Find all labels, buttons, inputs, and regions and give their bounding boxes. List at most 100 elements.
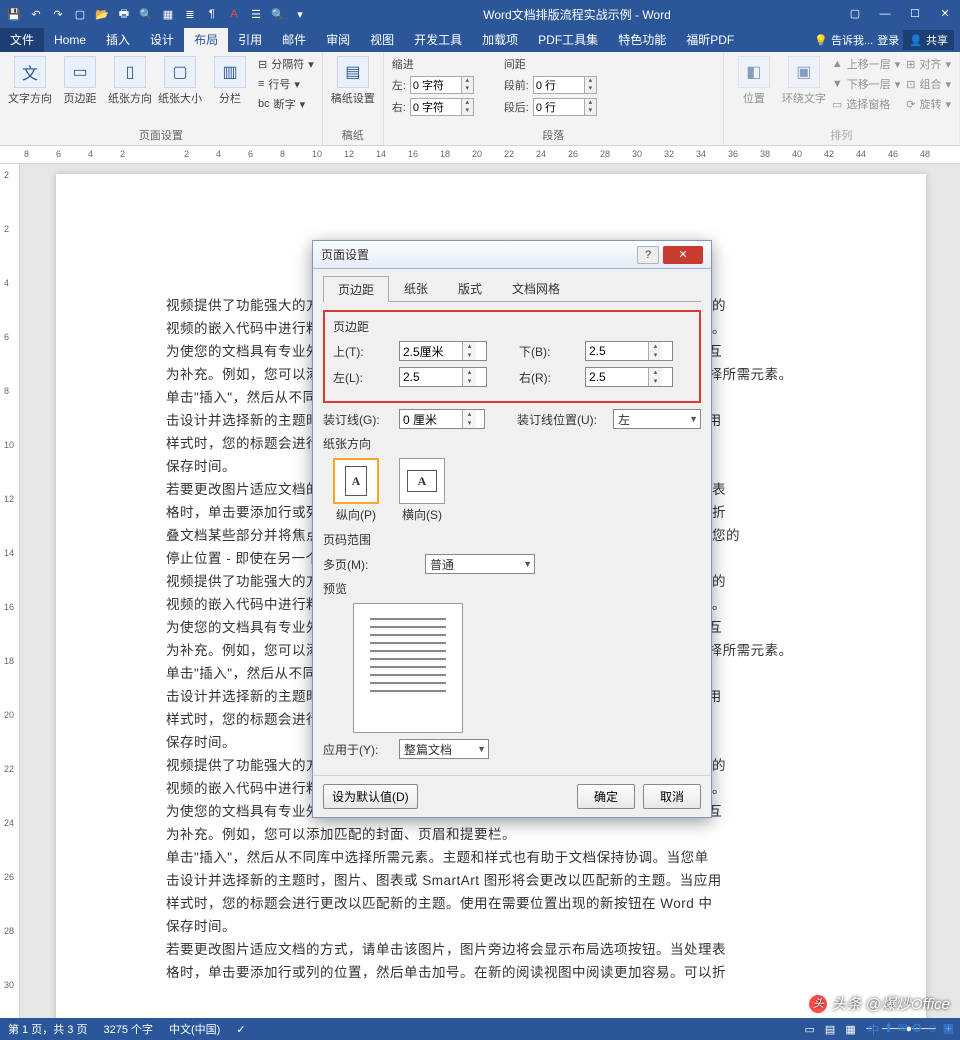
qat-more-icon[interactable]: ▾ — [292, 6, 308, 22]
view-web-icon[interactable]: ▦ — [845, 1023, 855, 1036]
set-default-button[interactable]: 设为默认值(D) — [323, 784, 418, 809]
ok-button[interactable]: 确定 — [577, 784, 635, 809]
preview-icon[interactable]: 🔍 — [138, 6, 154, 22]
dialog-titlebar[interactable]: 页面设置 ? ✕ — [313, 241, 711, 269]
maximize-icon[interactable]: ☐ — [900, 0, 930, 28]
tab-margins[interactable]: 页边距 — [323, 276, 389, 302]
margin-right-input[interactable]: ▴▾ — [585, 367, 673, 387]
ribbon-options-icon[interactable]: ▢ — [840, 0, 870, 28]
undo-icon[interactable]: ↶ — [28, 6, 44, 22]
cancel-button[interactable]: 取消 — [643, 784, 701, 809]
tab-special[interactable]: 特色功能 — [608, 28, 676, 52]
gaozhi-button[interactable]: ▤稿纸设置 — [331, 56, 375, 106]
help-icon[interactable]: ? — [637, 246, 659, 264]
align-button: ⊞ 对齐 ▾ — [906, 56, 951, 72]
indent-right-input[interactable]: ▴▾ — [410, 98, 474, 116]
tab-home[interactable]: Home — [44, 28, 96, 52]
tab-layout-d[interactable]: 版式 — [443, 275, 497, 301]
tab-pdftools[interactable]: PDF工具集 — [528, 28, 608, 52]
tab-grid[interactable]: 文档网格 — [497, 275, 575, 301]
tab-view[interactable]: 视图 — [360, 28, 404, 52]
indent-label: 缩进 — [392, 56, 474, 72]
wrap-button: ▣环绕文字 — [782, 56, 826, 106]
doc-line[interactable]: 样式时，您的标题会进行更改以匹配新的主题。使用在需要位置出现的新按钮在 Word… — [166, 892, 816, 915]
group-button: ⊡ 组合 ▾ — [906, 76, 951, 92]
tab-references[interactable]: 引用 — [228, 28, 272, 52]
minimize-icon[interactable]: — — [870, 0, 900, 28]
hyphenation-button[interactable]: bc 断字 ▾ — [258, 96, 314, 112]
rotate-button: ⟳ 旋转 ▾ — [906, 96, 951, 112]
view-print-icon[interactable]: ▤ — [825, 1023, 835, 1036]
group-gaozhi: ▤稿纸设置 稿纸 — [323, 52, 384, 145]
send-backward-button: ▼ 下移一层 ▾ — [832, 76, 900, 92]
login-link[interactable]: 登录 — [877, 32, 899, 48]
group-arrange: ◧位置 ▣环绕文字 ▲ 上移一层 ▾ ▼ 下移一层 ▾ ▭ 选择窗格 ⊞ 对齐 … — [724, 52, 960, 145]
list-icon[interactable]: ≣ — [182, 6, 198, 22]
close-icon[interactable]: ✕ — [930, 0, 960, 28]
margin-left-input[interactable]: ▴▾ — [399, 367, 487, 387]
text-direction-button[interactable]: 文文字方向 — [8, 56, 52, 106]
breaks-button[interactable]: ⊟ 分隔符 ▾ — [258, 56, 314, 72]
tab-insert[interactable]: 插入 — [96, 28, 140, 52]
window-title: Word文档排版流程实战示例 - Word — [314, 6, 840, 23]
doc-line[interactable]: 击设计并选择新的主题时，图片、图表或 SmartArt 图形将会更改以匹配新的主… — [166, 869, 816, 892]
margin-top-input[interactable]: ▴▾ — [399, 341, 487, 361]
redo-icon[interactable]: ↷ — [50, 6, 66, 22]
title-bar: 💾 ↶ ↷ ▢ 📂 🖶 🔍 ▦ ≣ ¶ A ☰ 🔍 ▾ Word文档排版流程实战… — [0, 0, 960, 28]
spacing-after-input[interactable]: ▴▾ — [533, 98, 597, 116]
tab-mail[interactable]: 邮件 — [272, 28, 316, 52]
tab-review[interactable]: 审阅 — [316, 28, 360, 52]
gutter-input[interactable]: ▴▾ — [399, 409, 485, 429]
tab-design[interactable]: 设计 — [140, 28, 184, 52]
tab-foxit[interactable]: 福昕PDF — [676, 28, 744, 52]
font-color-icon[interactable]: A — [226, 6, 242, 22]
gutter-position-select[interactable]: 左▼ — [613, 409, 701, 429]
margin-bottom-input[interactable]: ▴▾ — [585, 341, 673, 361]
tab-paper[interactable]: 纸张 — [389, 275, 443, 301]
dialog-close-icon[interactable]: ✕ — [663, 246, 703, 264]
tell-me[interactable]: 💡 告诉我... — [814, 32, 873, 48]
orientation-portrait[interactable]: A 纵向(P) — [333, 458, 379, 523]
status-proof-icon[interactable]: ✓ — [236, 1023, 245, 1036]
columns-button[interactable]: ▥分栏 — [208, 56, 252, 106]
tab-layout[interactable]: 布局 — [184, 28, 228, 52]
tray-icon: 中 — [867, 1021, 879, 1038]
horizontal-ruler[interactable]: 8642246810121416182022242628303234363840… — [0, 146, 960, 164]
status-language[interactable]: 中文(中国) — [169, 1021, 220, 1037]
spacing-before-input[interactable]: ▴▾ — [533, 76, 597, 94]
doc-line[interactable]: 单击"插入"，然后从不同库中选择所需元素。主题和样式也有助于文档保持协调。当您单 — [166, 846, 816, 869]
selection-pane-button[interactable]: ▭ 选择窗格 — [832, 96, 900, 112]
size-button[interactable]: ▢纸张大小 — [158, 56, 202, 106]
view-read-icon[interactable]: ▭ — [805, 1023, 815, 1036]
dialog-title: 页面设置 — [321, 246, 637, 263]
doc-line[interactable]: 保存时间。 — [166, 915, 816, 938]
tab-addins[interactable]: 加载项 — [472, 28, 528, 52]
line-numbers-button[interactable]: ≡ 行号 ▾ — [258, 76, 314, 92]
new-icon[interactable]: ▢ — [72, 6, 88, 22]
status-words[interactable]: 3275 个字 — [103, 1021, 153, 1037]
tab-file[interactable]: 文件 — [0, 28, 44, 52]
style-icon[interactable]: ¶ — [204, 6, 220, 22]
margins-button[interactable]: ▭页边距 — [58, 56, 102, 106]
open-icon[interactable]: 📂 — [94, 6, 110, 22]
multipage-select[interactable]: 普通▼ — [425, 554, 535, 574]
save-icon[interactable]: 💾 — [6, 6, 22, 22]
spacing-label: 间距 — [504, 56, 597, 72]
indent-left-input[interactable]: ▴▾ — [410, 76, 474, 94]
para-icon[interactable]: ☰ — [248, 6, 264, 22]
share-button[interactable]: 👤 共享 — [903, 30, 954, 50]
window-controls: ▢ — ☐ ✕ — [840, 0, 960, 28]
orientation-button[interactable]: ▯纸张方向 — [108, 56, 152, 106]
doc-line[interactable]: 为补充。例如，您可以添加匹配的封面、页眉和提要栏。 — [166, 823, 816, 846]
apply-to-select[interactable]: 整篇文档▼ — [399, 739, 489, 759]
status-page[interactable]: 第 1 页，共 3 页 — [8, 1021, 87, 1037]
print-icon[interactable]: 🖶 — [116, 6, 132, 22]
find-icon[interactable]: 🔍 — [270, 6, 286, 22]
orientation-landscape[interactable]: A 横向(S) — [399, 458, 445, 523]
system-tray: 中⬆✉⚙☺▦ — [867, 1021, 954, 1038]
tab-devtools[interactable]: 开发工具 — [404, 28, 472, 52]
doc-line[interactable]: 格时，单击要添加行或列的位置，然后单击加号。在新的阅读视图中阅读更加容易。可以折 — [166, 961, 816, 984]
vertical-ruler[interactable]: 224681012141618202224262830 — [0, 164, 20, 1018]
table-icon[interactable]: ▦ — [160, 6, 176, 22]
doc-line[interactable]: 若要更改图片适应文档的方式，请单击该图片，图片旁边将会显示布局选项按钮。当处理表 — [166, 938, 816, 961]
